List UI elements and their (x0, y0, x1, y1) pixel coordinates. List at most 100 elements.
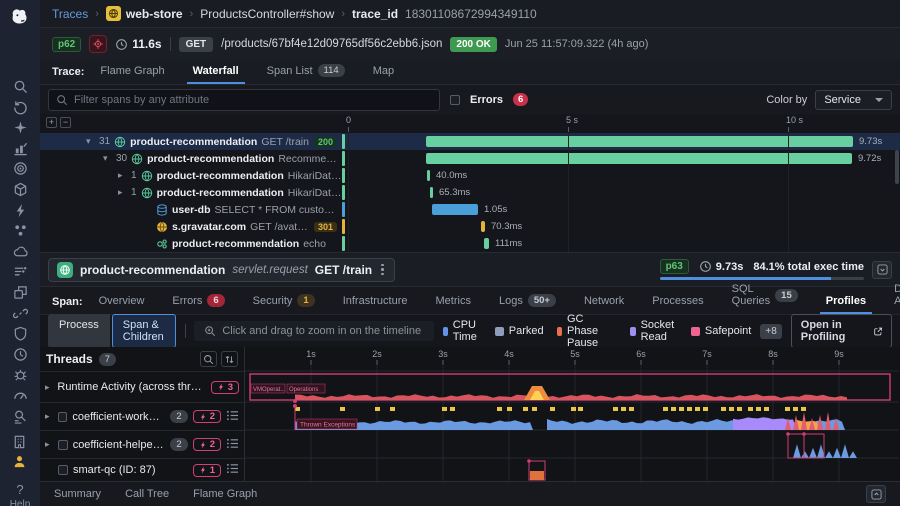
chevron-right-icon[interactable]: ▸ (118, 170, 127, 181)
thread-events-badge[interactable]: 3 (211, 381, 239, 394)
cloud-icon[interactable] (12, 243, 28, 259)
span-tab-errors[interactable]: Errors6 (166, 294, 230, 314)
trace-tab-waterfall[interactable]: Waterfall (187, 65, 245, 84)
building-icon[interactable] (12, 433, 28, 449)
waterfall-span-row[interactable]: ▸1product-recommendationHikariDataSource… (40, 184, 900, 201)
bug-icon[interactable] (12, 367, 28, 383)
span-tab-dev-agent[interactable]: Dev Agent (888, 283, 900, 314)
chevron-down-icon[interactable]: ▾ (86, 136, 95, 147)
legend-more-badge[interactable]: +8 (760, 324, 781, 339)
waterfall-span-row[interactable]: ▸1product-recommendationHikariDataSource… (40, 167, 900, 184)
cluster-icon[interactable] (12, 223, 28, 239)
span-tab-security[interactable]: Security1 (247, 294, 321, 314)
thread-checkbox[interactable] (58, 412, 68, 422)
chevron-right-icon[interactable]: ▸ (45, 439, 53, 450)
thread-events-badge[interactable]: 1 (193, 464, 221, 477)
kebab-menu-icon[interactable] (379, 264, 386, 276)
trace-tab-flame-graph[interactable]: Flame Graph (94, 65, 170, 84)
waterfall-scrollbar[interactable] (895, 150, 899, 184)
target-icon[interactable] (12, 161, 28, 177)
span-identity-pill[interactable]: product-recommendation servlet.request G… (48, 258, 395, 282)
chart-icon[interactable] (12, 140, 28, 156)
errors-checkbox[interactable] (450, 95, 460, 105)
span-tab-network[interactable]: Network (578, 295, 630, 314)
chevron-down-icon[interactable]: ▾ (103, 153, 112, 164)
expand-panel-button[interactable] (866, 485, 886, 503)
waterfall-span-row[interactable]: product-recommendationecho111ms (40, 235, 900, 252)
shield-icon[interactable] (12, 326, 28, 342)
help-icon[interactable]: ? (16, 482, 23, 497)
span-tab-infrastructure[interactable]: Infrastructure (337, 295, 414, 314)
bottom-tab-call-tree[interactable]: Call Tree (125, 488, 169, 500)
span-filter-input[interactable] (74, 94, 432, 106)
waterfall-span-row[interactable]: ▾31product-recommendationGET /train2009.… (40, 133, 900, 150)
span-tab-sql-queries[interactable]: SQL Queries15 (726, 283, 804, 314)
process-toggle-button[interactable]: Process (48, 314, 110, 348)
bolt-icon[interactable] (12, 202, 28, 218)
thread-events-badge[interactable]: 2 (193, 438, 221, 451)
thread-menu-icon[interactable] (226, 463, 239, 477)
span-tab-overview[interactable]: Overview (93, 295, 151, 314)
color-by-select[interactable]: Service (815, 90, 892, 110)
windows-icon[interactable] (12, 285, 28, 301)
chevron-right-icon[interactable]: ▸ (45, 382, 52, 393)
span-tab-profiles[interactable]: Profiles (820, 295, 872, 314)
threads-search-button[interactable] (200, 351, 217, 367)
span-tree-label: product-recommendationecho (40, 235, 342, 252)
breadcrumb-service[interactable]: web-store (106, 6, 183, 21)
request-path[interactable]: /products/67bf4e12d09765df56c2ebb6.json (221, 38, 442, 50)
span-duration-bar[interactable] (481, 221, 485, 232)
search-icon[interactable] (12, 79, 28, 95)
link-icon[interactable] (12, 305, 28, 321)
gauge-icon[interactable] (12, 388, 28, 404)
threads-sort-button[interactable] (221, 351, 238, 367)
span-tab-logs[interactable]: Logs50+ (493, 294, 562, 314)
external-link-icon (874, 326, 882, 337)
span-duration-bar[interactable] (432, 204, 478, 215)
breadcrumb-resource[interactable]: ProductsController#show (200, 7, 334, 21)
datadog-logo-icon[interactable] (8, 6, 32, 30)
span-duration-bar[interactable] (484, 238, 489, 249)
timeline-zoom-hint: Click and drag to zoom in on the timelin… (194, 321, 433, 341)
bottom-tab-summary[interactable]: Summary (54, 488, 101, 500)
thread-events-badge[interactable]: 2 (193, 410, 221, 423)
span-duration-bar[interactable] (430, 187, 433, 198)
trace-tab-map[interactable]: Map (367, 65, 400, 84)
threads-timeline[interactable]: 1s2s3s4s5s6s7s8s9sVMOperat...OperationsT… (245, 347, 900, 481)
scan-icon[interactable] (12, 408, 28, 424)
chevron-right-icon[interactable]: ▸ (118, 187, 127, 198)
waterfall-span-row[interactable]: ▾30product-recommendationRecommendationC… (40, 150, 900, 167)
span-tree-label: user-dbSELECT * FROM customers WHERE cid… (40, 201, 342, 218)
span-duration-bar[interactable] (427, 170, 430, 181)
thread-checkbox[interactable] (58, 440, 68, 450)
cube-icon[interactable] (12, 182, 28, 198)
thread-checkbox[interactable] (58, 465, 68, 475)
filter-icon[interactable] (12, 264, 28, 280)
waterfall-span-row[interactable]: user-dbSELECT * FROM customers WHERE cid… (40, 201, 900, 218)
trace-tab-span-list[interactable]: Span List114 (261, 64, 351, 84)
collapse-all-button[interactable]: − (60, 117, 71, 128)
thread-row[interactable]: smart-qc (ID: 87)1 (40, 458, 244, 481)
thread-menu-icon[interactable] (226, 410, 239, 424)
person-icon[interactable] (12, 454, 28, 470)
help-label[interactable]: Help (10, 499, 31, 506)
thread-row[interactable]: ▸Runtime Activity (across threads)3 (40, 371, 244, 402)
history-icon[interactable] (12, 99, 28, 115)
open-in-profiling-button[interactable]: Open in Profiling (791, 314, 892, 348)
span-children-toggle-button[interactable]: Span & Children (112, 314, 176, 348)
breadcrumb-traces-link[interactable]: Traces (52, 7, 88, 21)
span-tab-processes[interactable]: Processes (646, 295, 709, 314)
thread-row[interactable]: ▸coefficient-worker-X22 (40, 402, 244, 430)
pointer-icon[interactable] (12, 120, 28, 136)
expand-all-button[interactable]: + (46, 117, 57, 128)
thread-row[interactable]: ▸coefficient-helper-X22 (40, 430, 244, 458)
thread-menu-icon[interactable] (226, 438, 239, 452)
span-filter-field[interactable] (48, 89, 440, 111)
waterfall-span-row[interactable]: s.gravatar.comGET /avatar/?30170.3ms (40, 218, 900, 235)
span-tab-metrics[interactable]: Metrics (430, 295, 477, 314)
bottom-tab-flame-graph[interactable]: Flame Graph (193, 488, 257, 500)
chevron-right-icon[interactable]: ▸ (45, 411, 53, 422)
errors-filter-label[interactable]: Errors (470, 94, 503, 106)
compass-icon[interactable] (12, 346, 28, 362)
collapse-panel-button[interactable] (872, 261, 892, 279)
